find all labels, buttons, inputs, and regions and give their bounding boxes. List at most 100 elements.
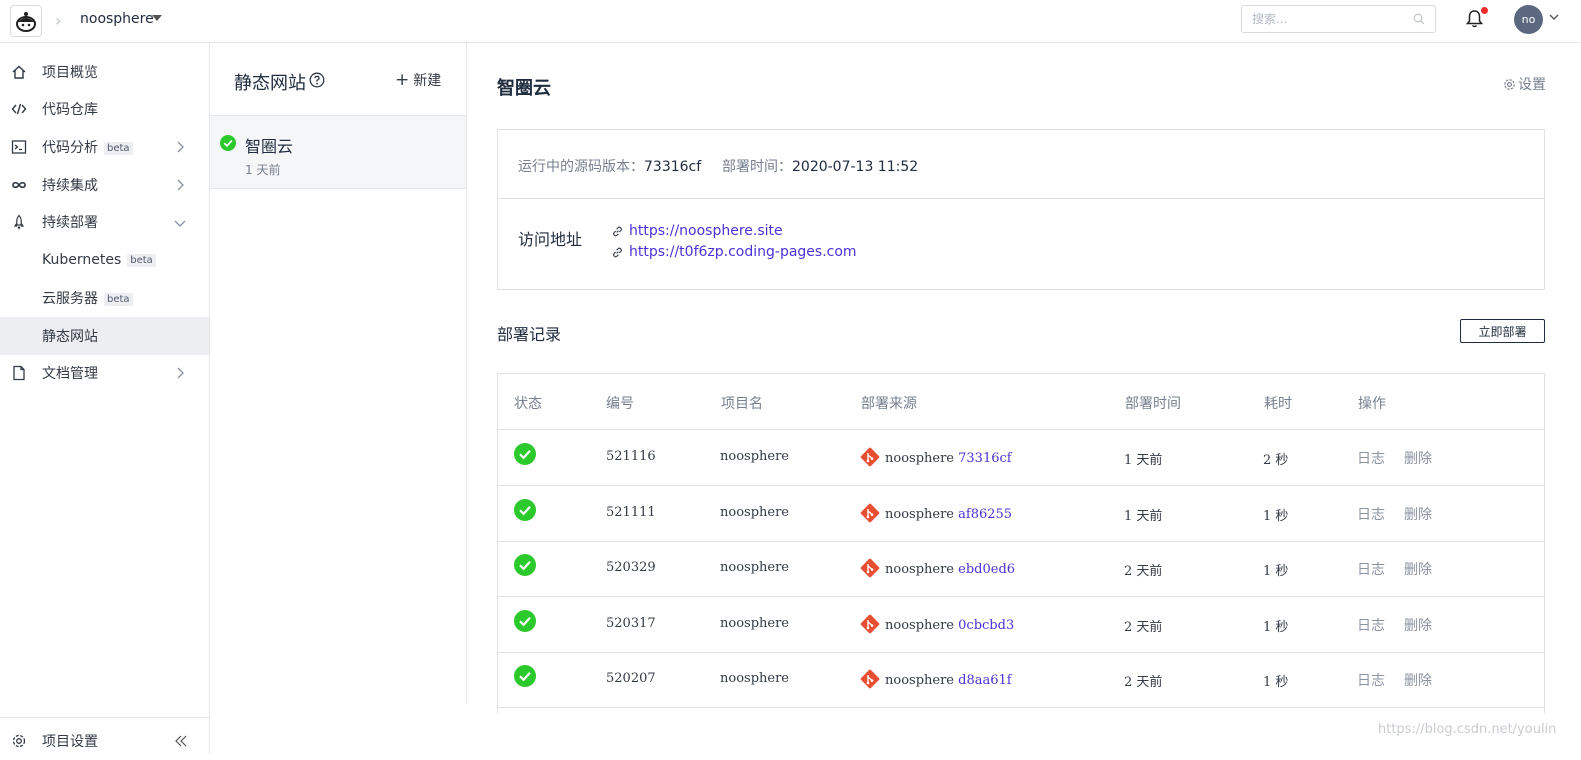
delete-link[interactable]: 删除 [1404,504,1432,524]
deploy-now-button[interactable]: 立即部署 [1460,319,1545,343]
notification-dot [1481,7,1488,14]
commit-link[interactable]: 0cbcbd3 [958,618,1014,633]
document-icon [13,365,25,381]
sidebar-item-label: 代码分析 [42,140,98,156]
site-list-item[interactable]: 智圈云 1 天前 [210,116,466,189]
source-version-value: 73316cf [644,159,702,175]
link-icon [613,247,622,257]
column-header: 项目名 [721,396,763,412]
avatar[interactable]: no [1514,5,1543,34]
delete-link[interactable]: 删除 [1404,615,1432,635]
log-link[interactable]: 日志 [1357,559,1385,579]
table-row: 520207 noosphere noosphere d8aa61f 2 天前 1 秒日… [498,652,1544,708]
sidebar-item-overview[interactable]: 项目概览 [0,53,209,91]
sidebar-item-repo[interactable]: 代码仓库 [0,90,209,128]
success-check-icon [514,554,536,576]
sidebar-item-label-wrap: Kubernetes beta [42,252,156,268]
visit-address-label: 访问地址 [518,230,583,249]
rocket-icon [13,214,25,230]
gear-icon [1504,78,1515,90]
deploy-time-cell: 1 天前 [1124,453,1163,468]
project-switcher[interactable]: noosphere [80,11,154,27]
sidebar-item-cloud-server[interactable]: 云服务器 beta [0,279,209,317]
help-icon[interactable] [309,72,325,88]
collapse-sidebar-icon[interactable] [175,735,187,747]
beta-badge: beta [104,142,133,155]
success-check-icon [514,609,536,632]
sidebar-item-analysis[interactable]: 代码分析 beta [0,128,209,166]
git-icon [860,447,880,467]
delete-link[interactable]: 删除 [1404,670,1432,690]
column-header: 编号 [606,396,634,412]
sidebar-item-label: 持续集成 [42,178,98,194]
beta-badge: beta [127,254,156,267]
log-link[interactable]: 日志 [1357,448,1385,468]
link-icon [613,226,622,236]
duration-cell: 1 秒 [1263,564,1289,579]
infinity-icon [12,181,26,189]
duration-cell: 1 秒 [1263,508,1289,524]
log-link[interactable]: 日志 [1357,504,1385,524]
top-bar: › noosphere no [0,0,1581,43]
deploy-source: noosphere d8aa61f [885,673,1012,688]
delete-link[interactable]: 删除 [1404,559,1432,579]
chevron-down-icon[interactable] [1549,14,1559,20]
commit-link[interactable]: af86255 [958,507,1012,522]
sidebar-bottom: 项目设置 [0,717,209,753]
panel-title: 静态网站 [234,73,306,94]
deploy-source: noosphere 0cbcbd3 [885,618,1014,633]
log-link[interactable]: 日志 [1357,670,1385,690]
commit-link[interactable]: ebd0ed6 [958,562,1015,577]
search-input[interactable] [1242,6,1402,32]
visit-link[interactable]: https://t0f6zp.coding-pages.com [629,244,857,260]
site-name: 智圈云 [245,137,294,156]
deploy-time-cell: 2 天前 [1124,564,1163,579]
log-link[interactable]: 日志 [1357,615,1385,635]
sidebar-item-project-settings[interactable]: 项目设置 [0,722,209,760]
visit-link[interactable]: https://noosphere.site [629,223,783,239]
git-icon [860,614,880,633]
column-header: 耗时 [1264,396,1292,412]
search-icon[interactable] [1413,13,1425,25]
main-content: 智圈云 设置 运行中的源码版本：73316cf 部署时间：2020-07-13 … [468,43,1581,753]
success-check-icon [514,665,536,687]
settings-link[interactable]: 设置 [1503,74,1546,94]
column-header: 操作 [1358,396,1386,412]
git-icon [860,669,880,689]
sidebar-item-label: 持续部署 [42,215,98,231]
commit-link[interactable]: 73316cf [958,451,1011,466]
sidebar-item-static-site[interactable]: 静态网站 [0,317,209,355]
home-icon [12,65,26,79]
deploy-records-table: 状态 编号 项目名 部署来源 部署时间 耗时 操作 521116 noospher… [497,373,1545,713]
sidebar-item-cd[interactable]: 持续部署 [0,203,209,241]
duration-cell: 1 秒 [1263,619,1289,635]
deploy-id: 521116 [606,449,656,464]
deploy-time-value: 2020-07-13 11:52 [792,159,919,175]
sidebar-item-label: 文档管理 [42,366,98,382]
sidebar-item-ci[interactable]: 持续集成 [0,166,209,204]
caret-down-icon[interactable] [152,15,162,21]
deploy-time: 部署时间：2020-07-13 11:52 [722,156,918,176]
source-version: 运行中的源码版本：73316cf [518,156,701,176]
sidebar-item-docs[interactable]: 文档管理 [0,354,209,392]
sidebar-item-label: 代码仓库 [42,102,98,118]
column-header: 部署来源 [861,396,917,412]
chevron-right-icon [177,141,184,153]
project-name-cell: noosphere [720,671,789,686]
deploy-source: noosphere ebd0ed6 [885,562,1015,577]
code-icon [11,103,27,115]
table-row: 520317 noosphere noosphere 0cbcbd3 2 天前 1 秒日… [498,597,1544,653]
terminal-icon [11,140,27,154]
sidebar-item-label-wrap: 代码分析 beta [42,137,133,157]
new-site-button[interactable]: + 新建 [395,70,441,90]
sidebar-item-kubernetes[interactable]: Kubernetes beta [0,241,209,279]
duration-cell: 1 秒 [1263,675,1289,690]
search-box[interactable] [1241,5,1436,33]
deploy-time-label: 部署时间： [722,159,792,175]
delete-link[interactable]: 删除 [1404,448,1432,468]
chevron-right-icon [177,367,184,379]
deploy-source: noosphere 73316cf [885,451,1012,466]
commit-link[interactable]: d8aa61f [958,673,1011,688]
logo[interactable] [10,5,42,37]
chevron-right-icon [177,179,184,191]
